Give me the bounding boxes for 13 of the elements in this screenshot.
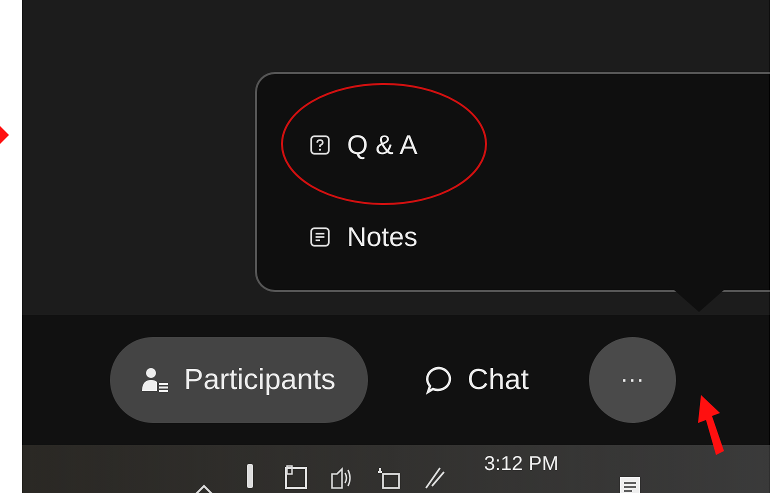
clock-time[interactable]: 3:12 PM [484,453,558,476]
menu-item[interactable]: Q & A [309,129,418,161]
speech-bubble-icon [424,365,454,395]
question-icon [309,134,331,156]
more-button[interactable]: ··· [588,337,676,423]
people-list-icon [140,365,170,395]
annotation-arrow [698,395,724,455]
annotation-arrow [0,126,9,144]
chat-button[interactable]: Chat [424,364,529,396]
notification-icon[interactable] [618,475,642,493]
note-icon [309,226,331,248]
participants-button[interactable]: Participants [110,337,368,423]
menu-item[interactable]: Notes [309,221,418,253]
